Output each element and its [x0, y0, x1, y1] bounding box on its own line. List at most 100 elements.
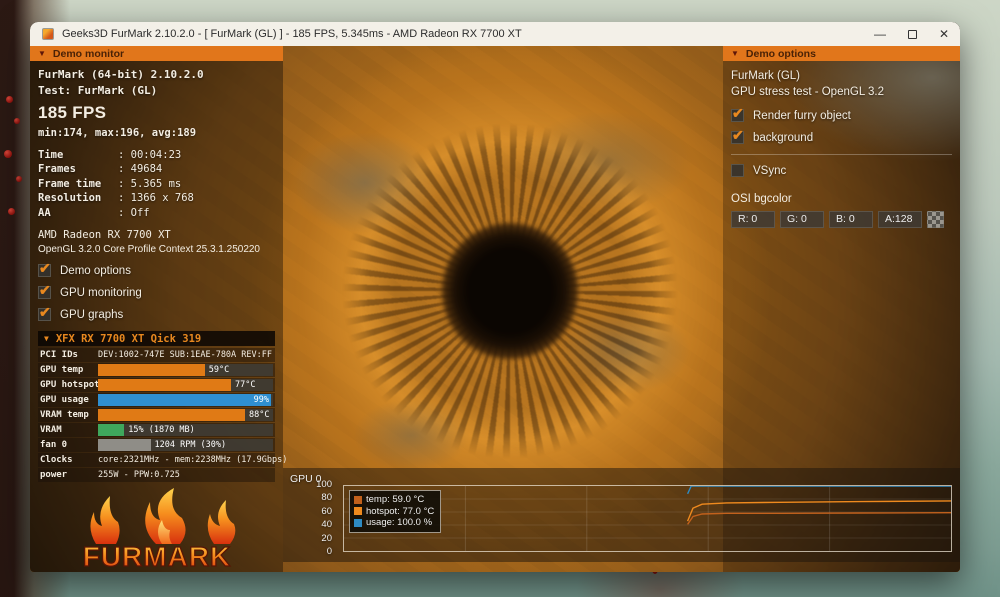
gpu-graph-overlay: GPU 0 100 80 60 40 20 0 temp: 59.0 °C hotspot:… [283, 468, 960, 562]
monitor-checkbox-icon [38, 304, 51, 321]
berry-decor [8, 208, 15, 215]
checkbox-gpu-monitoring[interactable]: GPU monitoring [38, 282, 275, 299]
bgcolor-pattern-button[interactable] [927, 211, 944, 228]
monitor-checkbox-icon [38, 282, 51, 299]
y-tick-label: 0 [326, 546, 332, 557]
checkbox-demo-options[interactable]: Demo options [38, 260, 275, 277]
sensor-bar-fill [98, 424, 125, 436]
stat-value: : Off [118, 206, 150, 219]
close-button[interactable]: ✕ [928, 22, 960, 46]
stat-line: AA : Off [38, 206, 275, 221]
series-line-temp [687, 512, 952, 525]
graph-y-axis: 100 80 60 40 20 0 [283, 468, 338, 562]
sensor-row: PCI IDs DEV:1002-747E SUB:1EAE-780A REV:F… [38, 348, 275, 362]
stat-label: Resolution [38, 192, 102, 204]
sensor-bar-fill [98, 409, 245, 421]
checkbox-label: GPU monitoring [60, 286, 142, 299]
sensor-bar-value: 99% [253, 395, 269, 405]
series-line-hotspot [686, 500, 952, 522]
sensor-bar-track: 77°C [98, 379, 273, 391]
options-checkbox-icon [731, 127, 744, 144]
demo-options-header[interactable]: ▼ Demo options [723, 46, 960, 61]
y-tick-label: 80 [321, 492, 332, 504]
checkbox-label: GPU graphs [60, 308, 124, 321]
sensor-row: VRAM 15% (1870 MB) [38, 423, 275, 437]
sensor-row: fan 0 1204 RPM (30%) [38, 438, 275, 452]
y-tick-label: 40 [321, 519, 332, 531]
bgcolor-field-g[interactable]: G: 0 [780, 211, 824, 228]
sensor-bar-track: 1204 RPM (30%) [98, 439, 273, 451]
legend-swatch [354, 518, 362, 527]
sensor-label: fan 0 [40, 440, 68, 450]
osi-bgcolor-label: OSI bgcolor [731, 193, 792, 205]
sensor-bar-fill [98, 379, 231, 391]
fps-minmax: min:174, max:196, avg:189 [38, 127, 197, 139]
sensor-label: GPU temp [40, 365, 84, 375]
bgcolor-field-r[interactable]: R: 0 [731, 211, 775, 228]
collapse-triangle-icon: ▼ [38, 49, 46, 58]
stat-line: Frames: 49684 [38, 162, 275, 177]
stat-value: : 1366 x 768 [118, 192, 194, 204]
sensor-bar-value: 88°C [249, 410, 270, 420]
stat-line: Frame time : 5.365 ms [38, 177, 275, 192]
sensor-bar-value: 77°C [235, 380, 256, 390]
gpu-card-header[interactable]: ▼ XFX RX 7700 XT Qick 319 [38, 331, 275, 346]
maximize-button[interactable] [896, 22, 928, 46]
stat-value: : 00:04:23 [118, 148, 182, 161]
stat-label: AA [38, 206, 51, 219]
desktop-wallpaper: Geeks3D FurMark 2.10.2.0 - [ FurMark (GL… [0, 0, 1000, 597]
furmark-window: Geeks3D FurMark 2.10.2.0 - [ FurMark (GL… [30, 22, 960, 572]
gpu-sensor-rows: PCI IDs DEV:1002-747E SUB:1EAE-780A REV:F… [38, 348, 287, 482]
monitor-checkboxes: Demo options GPU monitoring GPU graphs [38, 260, 275, 321]
graph-legend: temp: 59.0 °C hotspot: 77.0 °C usage: 100.… [349, 490, 442, 533]
sensor-bar-value: 1204 RPM (30%) [154, 440, 227, 450]
bgcolor-field-a[interactable]: A:128 [878, 211, 922, 228]
stat-value: : 5.365 ms [118, 177, 182, 190]
stat-line: Time: 00:04:23 [38, 148, 275, 163]
vsync-checkbox-icon [731, 164, 744, 177]
demo-monitor-title: Demo monitor [52, 47, 125, 60]
gpu-card-name: XFX RX 7700 XT Qick 319 [55, 332, 202, 345]
minimize-button[interactable]: — [864, 22, 896, 46]
options-subtitle-2: GPU stress test - OpenGL 3.2 [731, 86, 884, 98]
window-title: Geeks3D FurMark 2.10.2.0 - [ FurMark (GL… [62, 28, 522, 40]
legend-entry: temp: 59.0 °C [354, 494, 434, 506]
checkbox-gpu-graphs[interactable]: GPU graphs [38, 304, 275, 321]
sensor-value: DEV:1002-747E SUB:1EAE-780A REV:FF [98, 350, 272, 360]
sensor-label: VRAM temp [40, 410, 89, 420]
furmark-logo: FURMARK [38, 486, 275, 572]
fps-readout: 185 FPS [38, 103, 107, 122]
demo-monitor-header[interactable]: ▼ Demo monitor [30, 46, 283, 61]
sensor-label: PCI IDs [40, 350, 78, 360]
monitor-checkbox-icon [38, 260, 51, 277]
gpu-name: AMD Radeon RX 7700 XT [38, 229, 171, 241]
sensor-row: GPU hotspot 77°C [38, 378, 275, 392]
maximize-icon [907, 29, 917, 39]
sensor-label: GPU usage [40, 395, 89, 405]
collapse-triangle-icon: ▼ [44, 334, 49, 343]
demo-monitor-panel: ▼ Demo monitor FurMark (64-bit) 2.10.2.0… [30, 46, 287, 572]
sensor-bar-fill [98, 394, 272, 406]
titlebar[interactable]: Geeks3D FurMark 2.10.2.0 - [ FurMark (GL… [30, 22, 960, 46]
stat-label: Frame time [38, 177, 102, 190]
sensor-label: VRAM [40, 425, 62, 435]
osi-bgcolor-fields: R: 0 G: 0 B: 0 A:128 [731, 211, 952, 228]
collapse-triangle-icon: ▼ [731, 49, 739, 58]
opengl-context-line: OpenGL 3.2.0 Core Profile Context 25.3.1… [38, 244, 260, 255]
sensor-label: power [40, 470, 68, 480]
vsync-label: VSync [753, 164, 787, 177]
sensor-bar-track: 59°C [98, 364, 273, 376]
checkbox-background[interactable]: background [731, 127, 952, 144]
sensor-label: GPU hotspot [40, 380, 100, 390]
app-version-line: FurMark (64-bit) 2.10.2.0 [38, 68, 204, 81]
y-tick-label: 100 [316, 479, 332, 490]
checkbox-vsync[interactable]: VSync [731, 164, 952, 177]
options-checkbox-icon [731, 105, 744, 122]
bgcolor-field-b[interactable]: B: 0 [829, 211, 873, 228]
sensor-row: VRAM temp 88°C [38, 408, 275, 422]
app-icon [42, 28, 54, 40]
sensor-row: GPU usage 99% [38, 393, 275, 407]
sensor-row: power 255W - PPW:0.725 [38, 468, 275, 482]
checkbox-render-furry-object[interactable]: Render furry object [731, 105, 952, 122]
eye-pupil [441, 223, 578, 360]
